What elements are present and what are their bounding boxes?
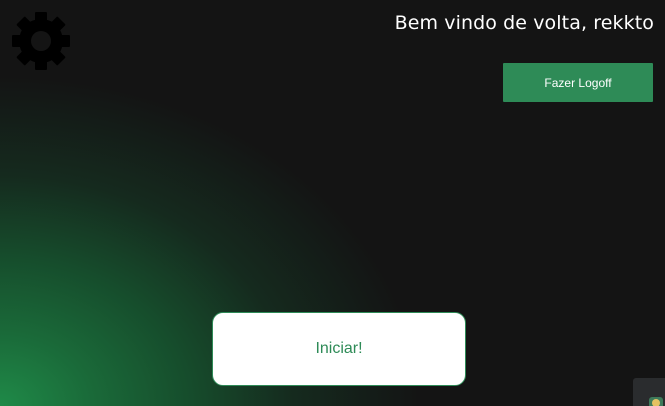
corner-widget[interactable] (633, 378, 665, 406)
settings-button[interactable] (10, 10, 72, 72)
app-tray-icon (649, 397, 663, 406)
start-button[interactable]: Iniciar! (212, 312, 466, 386)
gear-icon (12, 12, 70, 70)
logoff-button[interactable]: Fazer Logoff (503, 63, 653, 102)
welcome-message: Bem vindo de volta, rekkto (394, 12, 654, 34)
